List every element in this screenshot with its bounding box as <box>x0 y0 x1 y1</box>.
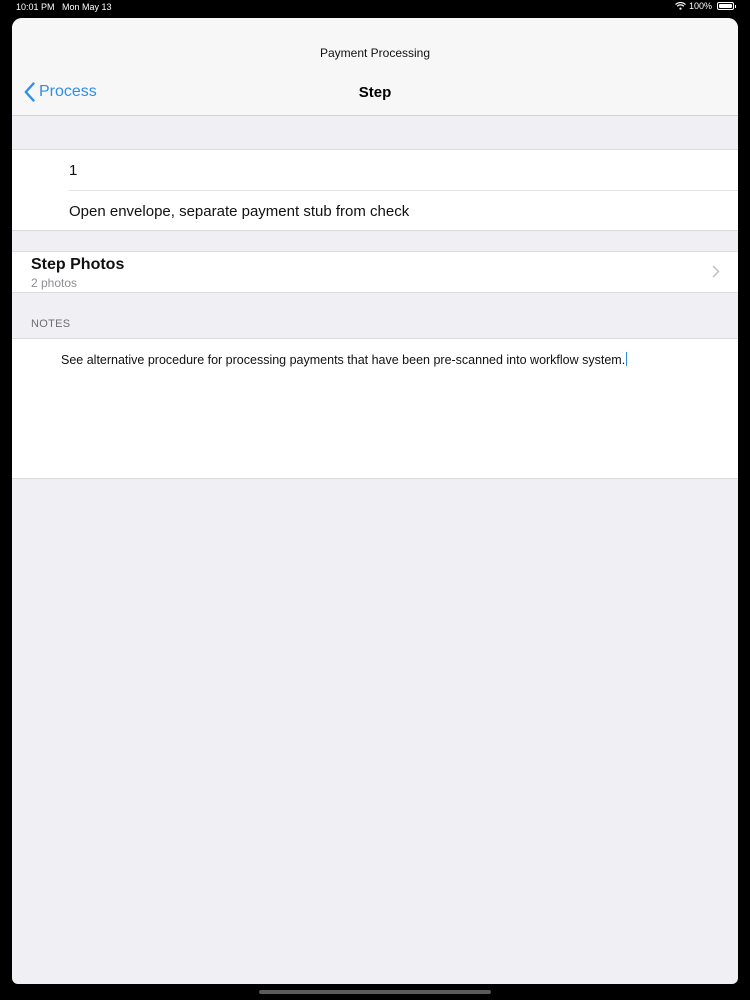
status-bar: 10:01 PM Mon May 13 100% <box>0 0 750 16</box>
nav-subtitle: Payment Processing <box>319 46 431 60</box>
step-number-value: 1 <box>69 161 78 179</box>
step-photos-title: Step Photos <box>31 256 125 273</box>
wifi-icon <box>675 2 686 10</box>
notes-section-header: NOTES <box>31 318 71 330</box>
navigation-bar: Payment Processing Process Step <box>12 18 738 116</box>
step-details-group: 1 Open envelope, separate payment stub f… <box>12 149 738 231</box>
text-cursor <box>626 352 628 366</box>
notes-text: See alternative procedure for processing… <box>61 352 628 367</box>
step-number-field[interactable]: 1 <box>69 150 738 191</box>
status-indicators: 100% <box>675 1 736 11</box>
home-indicator[interactable] <box>259 990 491 994</box>
chevron-right-icon <box>712 265 720 278</box>
page-title: Step <box>358 84 392 101</box>
modal-sheet: Payment Processing Process Step 1 Open e… <box>12 18 738 984</box>
battery-percentage: 100% <box>688 1 712 11</box>
step-description-value: Open envelope, separate payment stub fro… <box>69 202 410 220</box>
status-time: 10:01 PM <box>16 2 55 12</box>
step-photos-row[interactable]: Step Photos 2 photos <box>12 251 738 293</box>
battery-icon <box>717 2 736 10</box>
notes-text-area[interactable]: See alternative procedure for processing… <box>12 338 738 479</box>
notes-text-content: See alternative procedure for processing… <box>61 353 626 367</box>
step-description-field[interactable]: Open envelope, separate payment stub fro… <box>69 191 738 231</box>
step-photos-count: 2 photos <box>31 276 78 290</box>
status-date: Mon May 13 <box>62 2 112 12</box>
